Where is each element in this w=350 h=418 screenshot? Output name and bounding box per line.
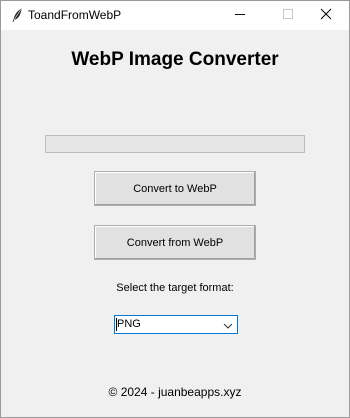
convert-from-webp-button[interactable]: Convert from WebP [94,225,256,260]
main-panel: WebP Image Converter Convert to WebP Con… [1,30,349,417]
minimize-button[interactable] [217,1,263,30]
chevron-down-icon[interactable] [222,319,234,331]
format-label: Select the target format: [116,282,234,294]
format-select[interactable]: PNG [114,315,238,334]
window-title: ToandFromWebP [28,8,122,22]
maximize-icon [282,7,294,25]
close-icon [320,7,332,25]
page-title: WebP Image Converter [71,49,279,70]
convert-to-webp-button[interactable]: Convert to WebP [94,171,256,206]
progress-bar [45,135,305,153]
format-select-value: PNG [117,318,141,330]
minimize-icon [234,7,246,25]
footer-copyright: © 2024 - juanbeapps.xyz [108,385,242,399]
close-button[interactable] [303,1,349,30]
app-window: ToandFromWebP WebP Image Converter Conve… [0,0,350,418]
feather-icon [9,7,25,23]
title-bar[interactable]: ToandFromWebP [1,1,349,30]
